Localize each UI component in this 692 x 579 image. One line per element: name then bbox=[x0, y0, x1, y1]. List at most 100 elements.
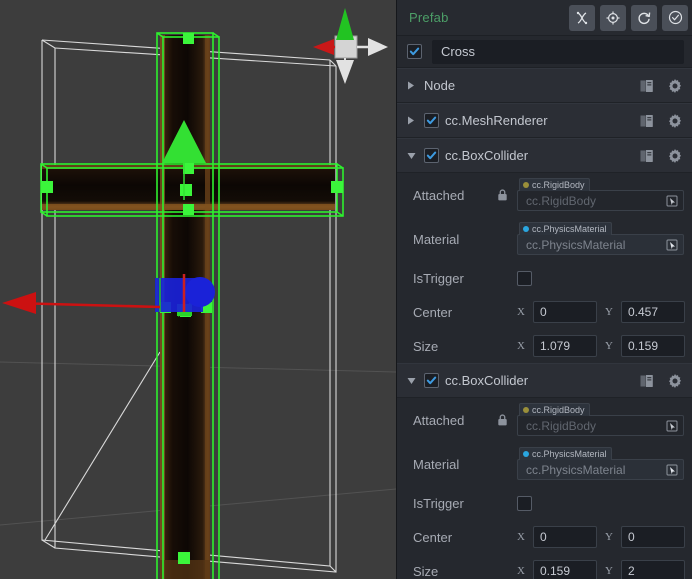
property-label-center-2: Center bbox=[413, 529, 453, 545]
size-x-value-1: 1.079 bbox=[540, 339, 571, 353]
component-actions-boxcollider-1 bbox=[639, 148, 682, 163]
property-row-material-2: Material cc.PhysicsMaterial cc.PhysicsMa… bbox=[397, 442, 692, 486]
asset-placeholder: cc.PhysicsMaterial bbox=[526, 237, 626, 252]
asset-picker-icon[interactable] bbox=[665, 238, 679, 252]
size-x-value-2: 0.159 bbox=[540, 564, 571, 578]
axis-label-y: Y bbox=[605, 340, 613, 352]
property-label-material-1: Material bbox=[413, 231, 460, 247]
center-y-input-2[interactable]: 0 bbox=[621, 526, 685, 548]
vector3-center-1: X 0 Y 0.457 Z 0 bbox=[517, 301, 692, 323]
axis-label-x: X bbox=[517, 306, 525, 318]
apply-prefab-button[interactable] bbox=[662, 4, 688, 31]
component-actions-meshrenderer bbox=[639, 113, 682, 128]
size-x-input-1[interactable]: 1.079 bbox=[533, 335, 597, 357]
asset-field-material-2[interactable]: cc.PhysicsMaterial cc.PhysicsMaterial bbox=[517, 447, 684, 480]
component-header-boxcollider-1[interactable]: cc.BoxCollider bbox=[397, 138, 692, 173]
center-y-input-1[interactable]: 0.457 bbox=[621, 301, 685, 323]
lock-icon bbox=[497, 414, 517, 426]
locate-prefab-button[interactable] bbox=[600, 4, 626, 31]
center-x-input-2[interactable]: 0 bbox=[533, 526, 597, 548]
vector3-size-2: X 0.159 Y 2 Z 0.154 bbox=[517, 560, 692, 579]
check-icon bbox=[426, 115, 437, 126]
node-name-input[interactable]: Cross bbox=[432, 39, 684, 64]
chevron-right-icon[interactable] bbox=[404, 116, 418, 125]
type-dot-icon bbox=[523, 407, 529, 413]
size-y-input-2[interactable]: 2 bbox=[621, 560, 685, 579]
asset-picker-icon[interactable] bbox=[665, 419, 679, 433]
chevron-down-icon[interactable] bbox=[404, 152, 418, 160]
gear-icon[interactable] bbox=[668, 373, 682, 388]
component-label-boxcollider-1: cc.BoxCollider bbox=[445, 148, 529, 163]
property-row-attached-1: Attached cc.RigidBody cc.RigidBody bbox=[397, 173, 692, 217]
center-y-value-1: 0.457 bbox=[628, 305, 659, 319]
size-x-input-2[interactable]: 0.159 bbox=[533, 560, 597, 579]
book-icon[interactable] bbox=[639, 114, 654, 128]
axis-label-y: Y bbox=[605, 531, 613, 543]
vector3-center-2: X 0 Y 0 Z 0 bbox=[517, 526, 692, 548]
component-header-boxcollider-2[interactable]: cc.BoxCollider bbox=[397, 363, 692, 398]
meshrenderer-enabled-checkbox[interactable] bbox=[424, 113, 439, 128]
component-header-node[interactable]: Node bbox=[397, 68, 692, 103]
center-x-value-1: 0 bbox=[540, 305, 547, 319]
book-icon[interactable] bbox=[639, 149, 654, 163]
istrigger-checkbox-1[interactable] bbox=[517, 270, 532, 286]
boxcollider-2-enabled-checkbox[interactable] bbox=[424, 373, 439, 388]
asset-field-attached-1[interactable]: cc.RigidBody cc.RigidBody bbox=[517, 178, 684, 211]
reset-prefab-button[interactable] bbox=[631, 4, 657, 31]
asset-input-attached-2[interactable]: cc.RigidBody bbox=[517, 415, 684, 436]
gear-icon[interactable] bbox=[668, 78, 682, 93]
chevron-right-icon[interactable] bbox=[404, 81, 418, 90]
property-row-size-2: Size X 0.159 Y 2 Z 0.154 bbox=[397, 554, 692, 579]
viewport-canvas bbox=[0, 0, 396, 579]
component-actions-boxcollider-2 bbox=[639, 373, 682, 388]
asset-type-label: cc.RigidBody bbox=[532, 180, 585, 190]
component-label-node: Node bbox=[424, 78, 456, 93]
locate-icon bbox=[606, 11, 620, 25]
property-row-attached-2: Attached cc.RigidBody cc.RigidBody bbox=[397, 398, 692, 442]
book-icon[interactable] bbox=[639, 79, 654, 93]
node-enabled-checkbox[interactable] bbox=[407, 44, 422, 59]
center-x-input-1[interactable]: 0 bbox=[533, 301, 597, 323]
size-y-value-2: 2 bbox=[628, 564, 635, 578]
gear-icon[interactable] bbox=[668, 113, 682, 128]
asset-field-material-1[interactable]: cc.PhysicsMaterial cc.PhysicsMaterial bbox=[517, 222, 684, 255]
asset-placeholder: cc.RigidBody bbox=[526, 193, 597, 208]
asset-picker-icon[interactable] bbox=[665, 463, 679, 477]
refresh-icon bbox=[637, 11, 651, 25]
property-label-attached-1: Attached bbox=[413, 187, 465, 203]
property-label-center-1: Center bbox=[413, 304, 453, 320]
asset-picker-icon[interactable] bbox=[665, 194, 679, 208]
asset-type-tab-physicsmaterial-2: cc.PhysicsMaterial bbox=[519, 447, 612, 460]
asset-type-tab-rigidbody-1: cc.RigidBody bbox=[519, 178, 590, 191]
unlink-prefab-button[interactable] bbox=[569, 4, 595, 31]
axis-label-y: Y bbox=[605, 306, 613, 318]
center-x-value-2: 0 bbox=[540, 530, 547, 544]
check-icon bbox=[409, 46, 420, 57]
book-icon[interactable] bbox=[639, 374, 654, 388]
size-y-value-1: 0.159 bbox=[628, 339, 659, 353]
axis-label-x: X bbox=[517, 340, 525, 352]
property-row-center-1: Center X 0 Y 0.457 Z 0 bbox=[397, 295, 692, 329]
check-circle-icon bbox=[668, 10, 683, 25]
gear-icon[interactable] bbox=[668, 148, 682, 163]
size-y-input-1[interactable]: 0.159 bbox=[621, 335, 685, 357]
component-header-meshrenderer[interactable]: cc.MeshRenderer bbox=[397, 103, 692, 138]
asset-input-material-2[interactable]: cc.PhysicsMaterial bbox=[517, 459, 684, 480]
chevron-down-icon[interactable] bbox=[404, 377, 418, 385]
asset-input-material-1[interactable]: cc.PhysicsMaterial bbox=[517, 234, 684, 255]
node-name-value: Cross bbox=[441, 44, 475, 59]
istrigger-checkbox-2[interactable] bbox=[517, 495, 532, 511]
asset-type-label: cc.RigidBody bbox=[532, 405, 585, 415]
property-label-size-2: Size bbox=[413, 563, 439, 579]
type-dot-icon bbox=[523, 451, 529, 457]
property-row-center-2: Center X 0 Y 0 Z 0 bbox=[397, 520, 692, 554]
type-dot-icon bbox=[523, 182, 529, 188]
boxcollider-1-enabled-checkbox[interactable] bbox=[424, 148, 439, 163]
asset-input-attached-1[interactable]: cc.RigidBody bbox=[517, 190, 684, 211]
axis-label-y: Y bbox=[605, 565, 613, 577]
asset-type-tab-physicsmaterial-1: cc.PhysicsMaterial bbox=[519, 222, 612, 235]
asset-field-attached-2[interactable]: cc.RigidBody cc.RigidBody bbox=[517, 403, 684, 436]
lock-icon bbox=[497, 189, 517, 201]
scene-3d-viewport[interactable] bbox=[0, 0, 396, 579]
node-name-row: Cross bbox=[397, 36, 692, 68]
